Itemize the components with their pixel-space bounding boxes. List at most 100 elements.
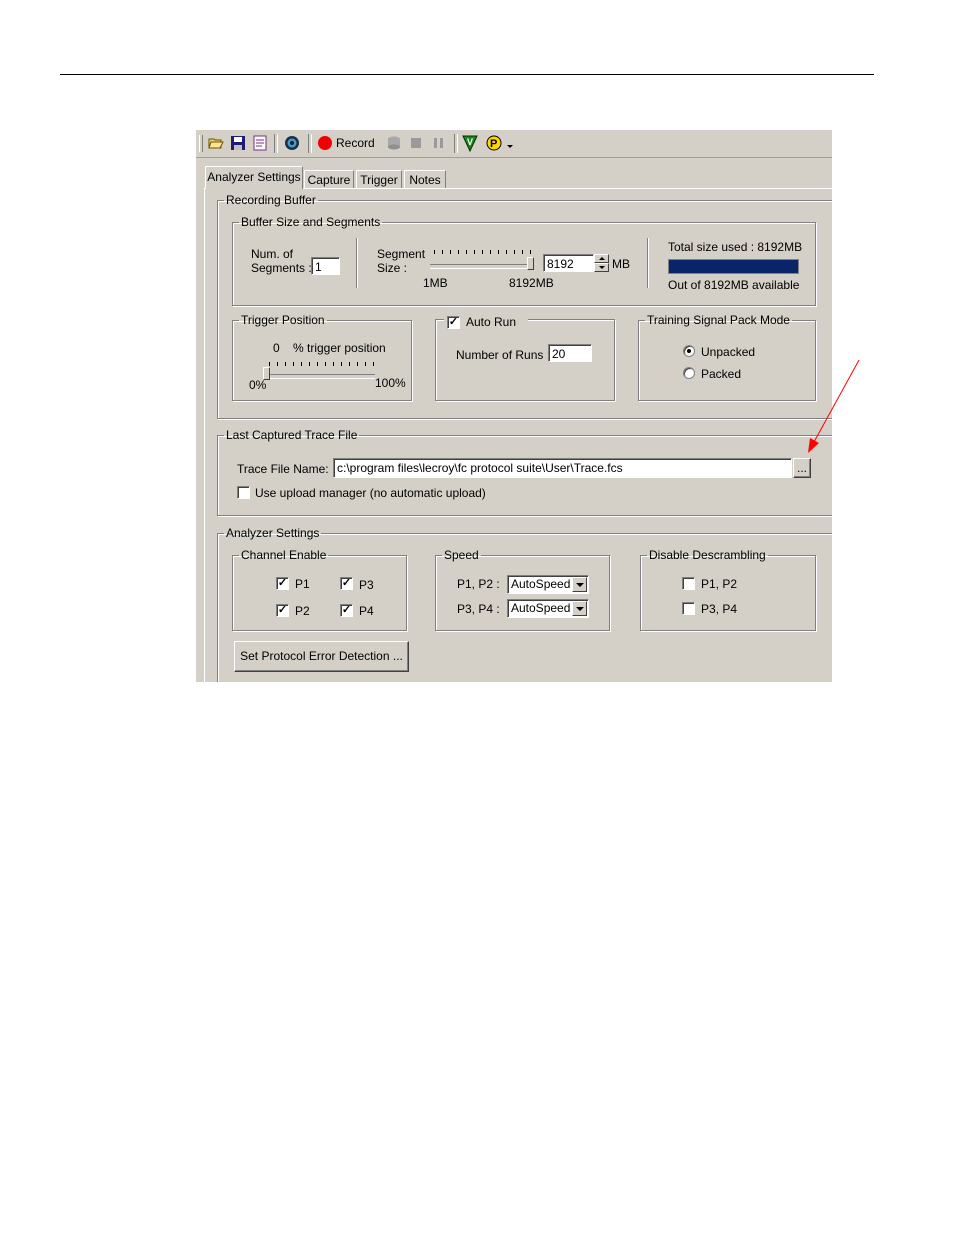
channel-p1-label: P1 [295, 577, 310, 591]
speed-p12-select[interactable]: AutoSpeed [507, 575, 589, 594]
toolbar-separator [308, 134, 312, 153]
chevron-down-icon[interactable] [572, 601, 587, 616]
tab-analyzer-settings[interactable]: Analyzer Settings [205, 166, 303, 189]
p-icon[interactable]: P [486, 135, 502, 151]
unpacked-radio[interactable] [683, 345, 695, 357]
trace-file-title: Last Captured Trace File [226, 428, 358, 442]
channel-p2-checkbox[interactable]: ✓ [276, 604, 289, 617]
svg-text:V: V [467, 137, 473, 147]
record-button[interactable]: Record [318, 135, 375, 151]
descramble-p12-label: P1, P2 [701, 577, 738, 591]
stop-icon[interactable] [408, 135, 424, 151]
tab-trigger[interactable]: Trigger [356, 170, 402, 189]
buffer-size-title: Buffer Size and Segments [241, 215, 381, 229]
upload-manager-checkbox[interactable] [237, 486, 250, 499]
segment-size-ticks [434, 250, 531, 254]
trace-file-name-label: Trace File Name: [237, 462, 329, 476]
tab-label: Notes [409, 173, 441, 187]
toolbar-grip[interactable] [199, 135, 203, 152]
total-size-text: Total size used : 8192MB [668, 240, 803, 254]
recording-buffer-title: Recording Buffer [226, 193, 316, 207]
tab-capture[interactable]: Capture [304, 170, 354, 189]
slider-max-label: 8192MB [509, 276, 554, 290]
tab-label: Capture [307, 173, 351, 187]
segment-size-label: Segment [377, 247, 426, 261]
toolbar-separator [454, 134, 458, 153]
channel-p1-checkbox[interactable]: ✓ [276, 577, 289, 590]
channel-p2-label: P2 [295, 604, 310, 618]
usage-progress-bar [668, 259, 799, 274]
database-icon[interactable] [386, 135, 402, 151]
channel-p3-label: P3 [359, 578, 374, 592]
segment-size-label-2: Size : [377, 261, 408, 275]
packed-label: Packed [701, 367, 742, 381]
chevron-down-icon[interactable] [572, 577, 587, 592]
dropdown-arrow-icon[interactable] [506, 135, 514, 151]
trigger-position-slider[interactable] [266, 374, 375, 379]
num-segments-label: Num. of [251, 247, 294, 261]
descramble-p12-checkbox[interactable] [682, 577, 695, 590]
trigger-position-label: % trigger position [293, 341, 386, 355]
open-folder-icon[interactable] [208, 135, 224, 151]
annotation-arrow-icon [808, 359, 860, 453]
descramble-p34-label: P3, P4 [701, 602, 738, 616]
segment-size-unit: MB [612, 257, 630, 271]
set-protocol-error-detection-button[interactable]: Set Protocol Error Detection ... [234, 641, 409, 672]
trigger-min-label: 0% [249, 378, 267, 392]
channel-p3-checkbox[interactable]: ✓ [340, 577, 353, 590]
speed-p12-label: P1, P2 : [457, 577, 500, 591]
speed-p34-label: P3, P4 : [457, 602, 500, 616]
tab-notes[interactable]: Notes [404, 170, 446, 189]
report-icon[interactable] [252, 135, 268, 151]
descramble-p34-checkbox[interactable] [682, 602, 695, 615]
analyzer-settings-title: Analyzer Settings [226, 526, 320, 540]
channel-enable-title: Channel Enable [241, 548, 327, 562]
slider-min-label: 1MB [423, 276, 448, 290]
channel-enable-group: Channel Enable [232, 549, 407, 631]
toolbar-separator [274, 134, 278, 153]
upload-manager-label: Use upload manager (no automatic upload) [255, 486, 486, 500]
record-label: Record [336, 136, 375, 150]
pause-icon[interactable] [430, 135, 446, 151]
segment-size-slider-thumb[interactable] [527, 257, 534, 270]
trace-file-path-input[interactable]: c:\program files\lecroy\fc protocol suit… [333, 458, 792, 478]
trigger-position-title: Trigger Position [241, 313, 325, 327]
divider [647, 238, 648, 288]
trigger-max-label: 100% [375, 376, 406, 390]
trigger-position-value: 0 [273, 341, 280, 355]
speed-p34-value: AutoSpeed [511, 601, 571, 615]
tab-label: Trigger [360, 173, 398, 187]
unpacked-label: Unpacked [701, 345, 756, 359]
target-icon[interactable] [284, 135, 300, 151]
segment-size-spinner[interactable] [594, 254, 609, 272]
channel-p4-checkbox[interactable]: ✓ [340, 604, 353, 617]
number-of-runs-label: Number of Runs : [456, 348, 551, 362]
spin-up-icon[interactable] [594, 254, 609, 263]
speed-p12-value: AutoSpeed [511, 577, 571, 591]
num-segments-label-2: Segments : [251, 261, 312, 275]
verify-icon[interactable]: V [462, 135, 478, 152]
svg-text:P: P [490, 138, 497, 150]
page-top-rule [60, 74, 874, 75]
num-segments-input[interactable]: 1 [311, 257, 340, 275]
speed-p34-select[interactable]: AutoSpeed [507, 599, 589, 618]
segment-size-input[interactable]: 8192 [543, 254, 594, 272]
usage-progress-fill [669, 260, 798, 273]
tab-label: Analyzer Settings [207, 170, 301, 184]
divider [356, 238, 357, 288]
auto-run-checkbox[interactable]: ✓ [447, 316, 460, 329]
trigger-position-ticks [269, 362, 374, 366]
number-of-runs-input[interactable]: 20 [548, 344, 592, 362]
packed-radio[interactable] [683, 367, 695, 379]
speed-title: Speed [444, 548, 479, 562]
record-icon [318, 136, 332, 150]
disable-descrambling-title: Disable Descrambling [649, 548, 766, 562]
pack-mode-title: Training Signal Pack Mode [647, 313, 790, 327]
segment-size-slider[interactable] [430, 264, 534, 269]
analyzer-window: Record V P Analyzer Settings Capture Tri… [196, 130, 832, 682]
save-icon[interactable] [230, 135, 246, 151]
browse-button[interactable]: ... [793, 458, 811, 478]
available-text: Out of 8192MB available [668, 278, 800, 292]
channel-p4-label: P4 [359, 604, 374, 618]
spin-down-icon[interactable] [594, 263, 609, 272]
